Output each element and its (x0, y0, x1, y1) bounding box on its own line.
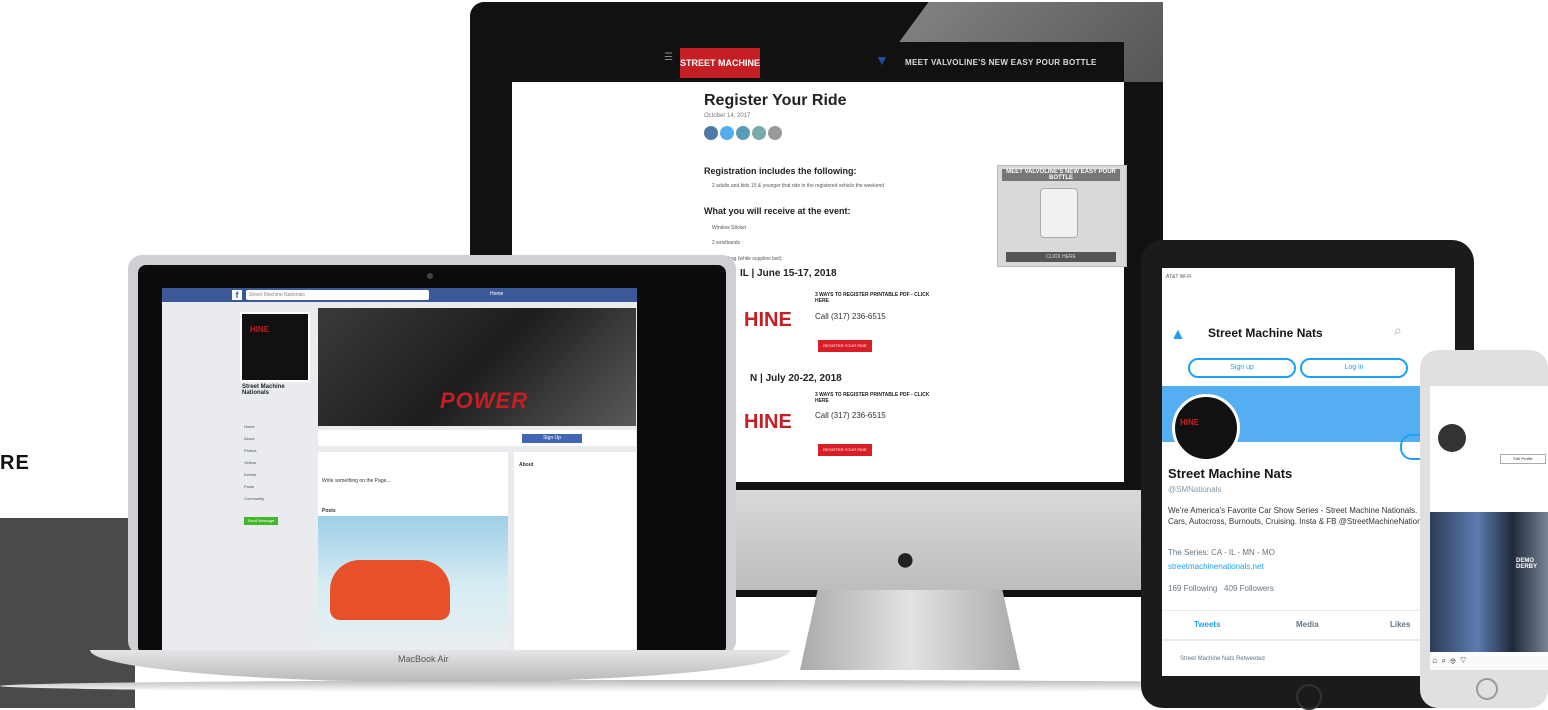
receive-heading: What you will receive at the event: (704, 206, 851, 216)
receive-bullet: Window Sticker (712, 225, 747, 231)
signup-button[interactable]: Sign up (1188, 358, 1296, 378)
home-link[interactable]: Home (490, 291, 503, 297)
home-button[interactable] (1296, 684, 1322, 710)
site-logo[interactable]: STREET MACHINE NATIONALS (680, 48, 760, 98)
car-image (330, 560, 450, 620)
sidebar-item-photos[interactable]: Photos (244, 448, 256, 453)
following-label[interactable]: 169 Following (1168, 584, 1217, 593)
more-share-icon[interactable] (768, 126, 782, 140)
sidebar-item-videos[interactable]: Videos (244, 460, 256, 465)
photo-grid[interactable] (1430, 512, 1548, 652)
sidebar-item-events[interactable]: Events (244, 472, 256, 477)
followers-label[interactable]: 409 Followers (1224, 584, 1274, 593)
page-title: Register Your Ride (704, 92, 847, 109)
search-input[interactable]: Street Machine Nationals (246, 290, 429, 300)
apple-logo-icon: ● (895, 540, 916, 578)
page-profile-picture[interactable] (240, 312, 310, 382)
register-button[interactable]: REGISTER YOUR RIDE (818, 444, 872, 456)
tab-tweets[interactable]: Tweets (1194, 620, 1221, 629)
post-composer[interactable]: Write something on the Page... (322, 478, 391, 484)
status-bar: AT&T Wi-Fi (1166, 274, 1192, 280)
post-date: October 14, 2017 (704, 113, 751, 119)
profile-handle: @SMNationals (1168, 485, 1222, 494)
following-count[interactable]: 169 Following 409 Followers (1168, 584, 1274, 593)
imac-stand (800, 590, 1020, 670)
macbook-label: MacBook Air (398, 654, 449, 664)
register-button[interactable]: REGISTER YOUR RIDE (818, 340, 872, 352)
about-panel (514, 452, 636, 652)
register-ways-link[interactable]: 3 WAYS TO REGISTER PRINTABLE PDF - CLICK… (815, 392, 935, 404)
menu-icon[interactable]: ☰ (664, 52, 673, 63)
tab-media[interactable]: Media (1296, 620, 1319, 629)
profile-name: Street Machine Nats (1168, 466, 1293, 481)
email-share-icon[interactable] (736, 126, 750, 140)
sidebar-item-home[interactable]: Home (244, 424, 255, 429)
posts-heading: Posts (322, 508, 336, 514)
bottle-icon (1040, 188, 1078, 238)
valvoline-logo-icon: ▼ (875, 52, 889, 68)
retweet-indicator: Street Machine Nats Retweeted (1180, 656, 1265, 662)
includes-heading: Registration includes the following: (704, 166, 857, 176)
sponsor-banner[interactable]: MEET VALVOLINE'S NEW EASY POUR BOTTLE (905, 58, 1097, 67)
tab-likes[interactable]: Likes (1390, 620, 1410, 629)
sidebar-item-about[interactable]: About (244, 436, 254, 441)
event-logo: HINE (744, 309, 792, 331)
ad-title: MEET VALVOLINE'S NEW EASY POUR BOTTLE (1002, 169, 1120, 181)
signup-button[interactable]: Sign Up (522, 434, 582, 443)
sidebar-item-community[interactable]: Community (244, 496, 264, 501)
cover-text: POWER (440, 388, 529, 413)
phone-number: Call (317) 236-6515 (815, 411, 886, 420)
page-name[interactable]: Street Machine Nationals (242, 384, 312, 396)
profile-bio: We're America's Favorite Car Show Series… (1168, 506, 1440, 526)
sidebar-item-posts[interactable]: Posts (244, 484, 254, 489)
about-heading: About (519, 462, 534, 468)
search-icon[interactable]: ⌕ (1394, 322, 1402, 339)
register-ways-link[interactable]: 3 WAYS TO REGISTER PRINTABLE PDF - CLICK… (815, 292, 935, 304)
ad-cta-button[interactable]: CLICK HERE (1006, 252, 1116, 262)
home-button[interactable] (1476, 678, 1498, 700)
event-title: IL | June 15-17, 2018 (740, 268, 837, 279)
event-title: N | July 20-22, 2018 (750, 373, 842, 384)
profile-logo-text: HINE (250, 325, 270, 334)
twitter-share-icon[interactable] (720, 126, 734, 140)
avatar[interactable] (1172, 394, 1240, 462)
avatar-logo-text: HINE (1180, 418, 1200, 427)
account-title: Street Machine Nats (1208, 326, 1323, 340)
facebook-share-icon[interactable] (704, 126, 718, 140)
instagram-avatar[interactable] (1438, 424, 1466, 452)
page-action-bar (318, 430, 636, 446)
phone-number: Call (317) 236-6515 (815, 312, 886, 321)
includes-bullet: 2 adults and kids 15 & younger that ride… (712, 183, 885, 189)
login-button[interactable]: Log in (1300, 358, 1408, 378)
bottom-nav: ⌂ ⌕ ⊕ ♡ (1430, 656, 1548, 670)
profile-location: The Series: CA - IL - MN - MO (1168, 548, 1275, 557)
receive-bullet: 2 wristbands (712, 240, 741, 246)
facebook-logo-icon[interactable]: f (232, 290, 242, 300)
print-share-icon[interactable] (752, 126, 766, 140)
grid-photo-text: DEMO DERBY (1516, 558, 1538, 570)
partial-heading-text: RE (0, 452, 30, 474)
edit-profile-button[interactable]: Edit Profile (1500, 454, 1546, 464)
event-logo: HINE (744, 411, 792, 433)
profile-url-link[interactable]: streetmachinenationals.net (1168, 562, 1264, 571)
twitter-bird-icon[interactable]: ▲ (1170, 326, 1186, 344)
dark-band (0, 518, 135, 708)
send-message-button[interactable]: Send Message (244, 517, 278, 525)
camera-icon (427, 273, 433, 279)
